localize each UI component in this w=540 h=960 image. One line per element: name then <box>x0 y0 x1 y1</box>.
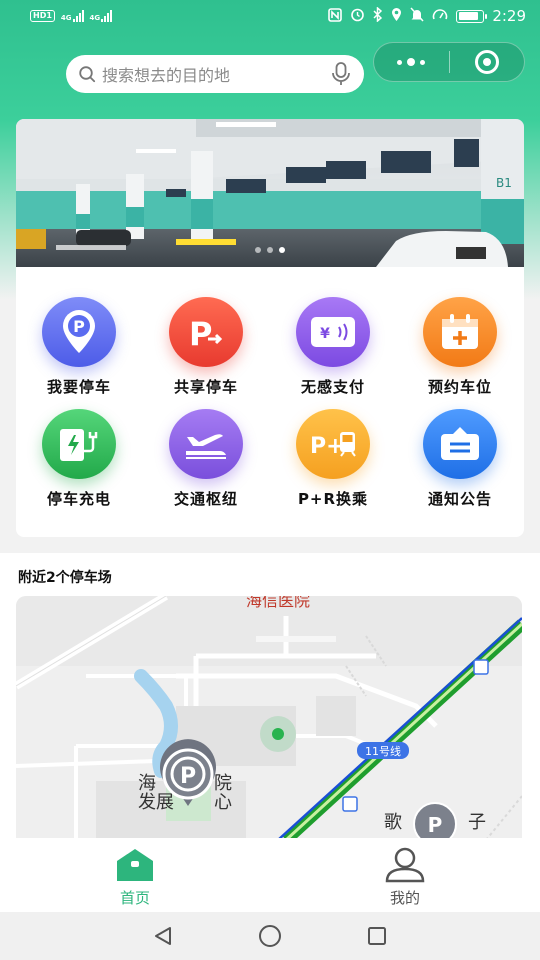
map-label-hospital: 海信医院 <box>246 596 310 610</box>
home-circle-icon[interactable] <box>258 924 282 948</box>
parking-marker[interactable]: P <box>413 802 457 840</box>
status-right: 2:29 <box>328 6 526 25</box>
grid-item-transit-hub[interactable]: 交通枢纽 <box>146 409 266 509</box>
svg-text:P: P <box>189 315 212 349</box>
status-bar: HD1 4G 4G 2:29 <box>0 0 540 32</box>
map-canvas: 11号线 海信医院 海 院 发展 心 歌 子 P P <box>16 596 522 840</box>
tab-mine-label: 我的 <box>389 889 420 907</box>
metro-line-label: 11号线 <box>365 744 401 758</box>
more-dot-icon <box>397 59 403 65</box>
grid-item-share-parking[interactable]: P 共享停车 <box>146 297 266 397</box>
grid-item-parking[interactable]: P 我要停车 <box>19 297 139 397</box>
more-dot-icon <box>420 59 426 65</box>
microphone-icon[interactable] <box>330 61 352 87</box>
nearby-title: 附近2个停车场 <box>18 570 112 586</box>
back-icon[interactable] <box>152 925 174 947</box>
grid-item-label: 共享停车 <box>173 378 238 396</box>
notice-icon <box>423 409 497 479</box>
payment-card-icon: ¥ <box>296 297 370 367</box>
banner-carousel[interactable]: B1 <box>16 119 524 267</box>
search-icon <box>79 66 96 83</box>
system-nav-bar <box>0 912 540 960</box>
svg-text:P: P <box>73 317 85 336</box>
miniprogram-capsule <box>373 42 525 82</box>
signal-icon <box>101 10 113 22</box>
svg-text:P+: P+ <box>310 434 345 459</box>
parking-pin-icon: P <box>42 297 116 367</box>
map-label-1: 海 <box>138 773 156 794</box>
more-dot-icon <box>407 58 416 66</box>
map-label-6: 子 <box>468 812 486 833</box>
grid-item-label: 预约车位 <box>427 378 492 396</box>
status-left: HD1 4G 4G <box>30 10 113 22</box>
battery-icon <box>456 9 488 23</box>
nfc-icon <box>328 7 343 25</box>
grid-item-label: 停车充电 <box>46 490 111 508</box>
grid-item-label: 交通枢纽 <box>173 490 238 508</box>
bluetooth-icon <box>373 6 383 25</box>
status-time: 2:29 <box>492 7 526 25</box>
speed-icon <box>432 7 448 25</box>
map-label-3: 发展 <box>138 792 174 813</box>
mute-icon <box>410 7 424 25</box>
tab-bar: 首页 我的 <box>0 838 540 912</box>
grid-item-notice[interactable]: 通知公告 <box>400 409 520 509</box>
location-icon <box>391 7 402 25</box>
share-parking-icon: P <box>169 297 243 367</box>
svg-text:P: P <box>428 813 443 837</box>
tab-home[interactable]: 首页 <box>0 838 270 912</box>
function-grid: P 我要停车 P 共享停车 ¥ 无感支付 预约车位 停车充电 交通枢纽 P+ P… <box>16 267 524 537</box>
svg-text:P: P <box>180 764 196 789</box>
calendar-plus-icon <box>423 297 497 367</box>
network-1: 4G <box>61 10 84 22</box>
charging-icon <box>42 409 116 479</box>
carousel-dot[interactable] <box>255 247 261 253</box>
grid-item-charging[interactable]: 停车充电 <box>19 409 139 509</box>
grid-item-label: 无感支付 <box>300 378 365 396</box>
svg-text:¥: ¥ <box>320 326 330 342</box>
grid-item-park-ride[interactable]: P+ P+R换乘 <box>273 409 393 509</box>
grid-item-payment[interactable]: ¥ 无感支付 <box>273 297 393 397</box>
close-miniprogram-button[interactable] <box>450 43 525 81</box>
grid-item-label: P+R换乘 <box>297 490 369 508</box>
park-ride-icon: P+ <box>296 409 370 479</box>
network-2: 4G <box>90 10 113 22</box>
recents-icon[interactable] <box>366 925 388 947</box>
plane-train-icon <box>169 409 243 479</box>
carousel-indicator <box>16 247 524 253</box>
hd-badge: HD1 <box>30 10 55 22</box>
map-label-5: 歌 <box>384 812 402 833</box>
grid-item-reserve[interactable]: 预约车位 <box>400 297 520 397</box>
search-placeholder: 搜索想去的目的地 <box>102 66 231 85</box>
map-label-4: 心 <box>214 792 232 813</box>
banner-sign: B1 <box>496 176 512 190</box>
target-icon <box>474 50 499 74</box>
tab-home-label: 首页 <box>119 889 150 907</box>
carousel-dot[interactable] <box>267 247 273 253</box>
more-button[interactable] <box>374 43 449 81</box>
home-icon <box>117 849 153 881</box>
grid-item-label: 我要停车 <box>46 378 111 396</box>
map-label-2: 院 <box>214 773 232 794</box>
signal-icon <box>72 10 84 22</box>
alarm-icon <box>350 7 365 25</box>
grid-item-label: 通知公告 <box>427 490 492 508</box>
parking-garage-image: B1 <box>16 119 524 267</box>
carousel-dot[interactable] <box>279 247 285 253</box>
user-icon <box>385 847 425 883</box>
search-input[interactable]: 搜索想去的目的地 <box>66 55 364 93</box>
tab-mine[interactable]: 我的 <box>270 838 540 912</box>
map-view[interactable]: 11号线 海信医院 海 院 发展 心 歌 子 P P <box>16 596 522 840</box>
